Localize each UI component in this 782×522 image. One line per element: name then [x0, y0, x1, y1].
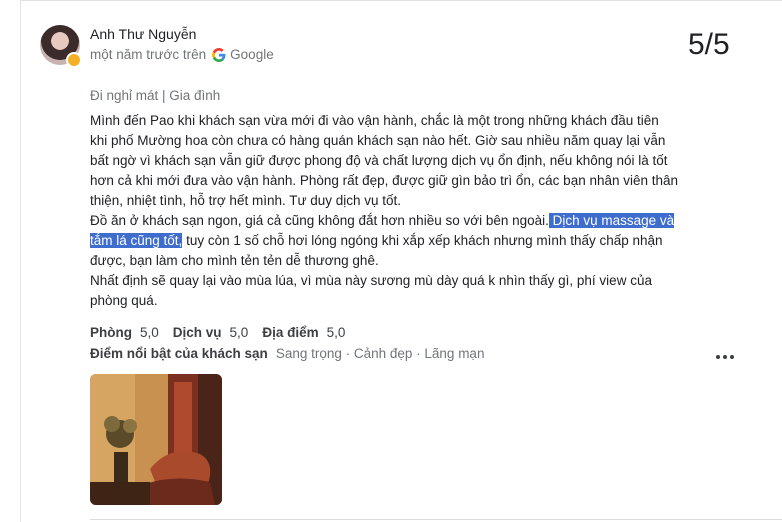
- trip-type: Đi nghỉ mát | Gia đình: [90, 88, 221, 103]
- local-guide-badge-icon: [66, 52, 82, 68]
- review-source: Google: [230, 47, 274, 62]
- category-ratings: Phòng 5,0 Dịch vụ 5,0 Địa điểm 5,0: [90, 325, 359, 340]
- review-line: được, bạn làm cho mình tẻn tẻn dễ thương…: [90, 253, 379, 268]
- rating-label: Phòng: [90, 325, 132, 340]
- more-options-button[interactable]: [713, 348, 737, 366]
- highlights-label: Điểm nổi bật của khách sạn: [90, 346, 268, 361]
- highlights-values: Sang trọng · Cảnh đẹp · Lãng mạn: [275, 346, 485, 361]
- reviewer-name[interactable]: Anh Thư Nguyễn: [90, 26, 196, 42]
- review-line: tắm lá cũng tốt, tuy còn 1 số chỗ hơi ló…: [90, 231, 720, 251]
- review-score: 5/5: [688, 28, 730, 61]
- review-line: Nhất định sẽ quay lại vào mùa lúa, vì mù…: [90, 273, 652, 288]
- divider: [90, 519, 782, 520]
- review-fragment: tuy còn 1 số chỗ hơi lóng ngóng khi xắp …: [182, 233, 663, 248]
- card-border-left: [20, 0, 21, 522]
- review-line: hơn cả khi mới đưa vào vận hành. Phòng r…: [90, 173, 679, 188]
- more-dots-icon: [723, 355, 727, 359]
- review-line: thiện, nhiệt tình, hỗ trợ hết mình. Tư d…: [90, 193, 402, 208]
- rating-service: Dịch vụ 5,0: [173, 325, 249, 340]
- rating-label: Dịch vụ: [172, 325, 222, 340]
- card-border-top: [20, 0, 782, 1]
- review-photo[interactable]: [90, 374, 222, 505]
- review-line: khi phố Mường hoa còn chưa có hàng quán …: [90, 133, 666, 148]
- photo-illustration: [90, 374, 222, 505]
- google-icon: [212, 47, 226, 62]
- selected-text[interactable]: Dịch vụ massage và: [548, 213, 675, 228]
- rating-label: Địa điểm: [262, 325, 319, 340]
- more-dots-icon: [716, 355, 720, 359]
- selected-text[interactable]: tắm lá cũng tốt,: [90, 233, 183, 248]
- review-line: Đồ ăn ở khách sạn ngon, giá cả cũng khôn…: [90, 211, 720, 231]
- rating-value: 5,0: [326, 325, 346, 340]
- review-text: Mình đến Pao khi khách sạn vừa mới đi và…: [90, 111, 720, 311]
- rating-value: 5,0: [229, 325, 249, 340]
- more-dots-icon: [730, 355, 734, 359]
- review-line: Mình đến Pao khi khách sạn vừa mới đi và…: [90, 113, 659, 128]
- review-time: một năm trước trên: [90, 47, 207, 62]
- hotel-highlights: Điểm nổi bật của khách sạn Sang trọng · C…: [90, 346, 484, 361]
- review-fragment: Đồ ăn ở khách sạn ngon, giá cả cũng khôn…: [90, 213, 549, 228]
- rating-room: Phòng 5,0: [90, 325, 159, 340]
- review-line: phòng quá.: [90, 293, 158, 308]
- rating-location: Địa điểm 5,0: [262, 325, 345, 340]
- rating-value: 5,0: [140, 325, 159, 340]
- review-meta: một năm trước trên Google: [90, 47, 274, 62]
- review-line: bất ngờ vì khách sạn vẫn giữ được phong …: [90, 153, 668, 168]
